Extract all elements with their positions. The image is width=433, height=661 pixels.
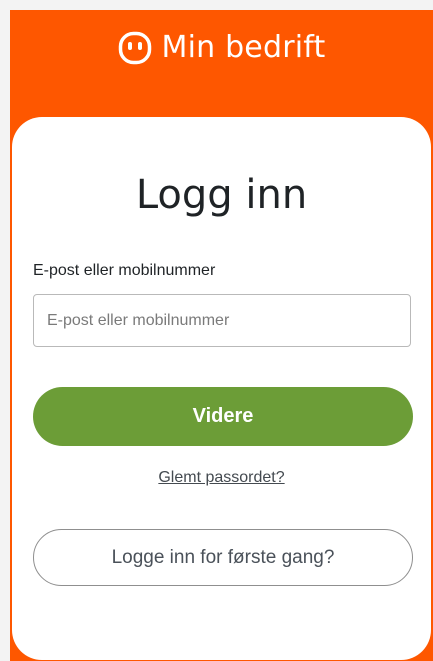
brand-header: Min bedrift: [10, 30, 433, 65]
first-time-login-button[interactable]: Logge inn for første gang?: [33, 529, 413, 586]
app-frame: Min bedrift Logg inn E-post eller mobiln…: [0, 0, 433, 661]
login-card: Logg inn E-post eller mobilnummer Videre…: [12, 117, 431, 660]
page-title: Logg inn: [135, 172, 308, 218]
forgot-password-link[interactable]: Glemt passordet?: [12, 469, 431, 487]
smiley-logo-icon: [118, 31, 151, 64]
email-field-label: E-post eller mobilnummer: [33, 262, 216, 279]
brand-name: Min bedrift: [161, 30, 326, 65]
continue-button[interactable]: Videre: [33, 387, 413, 446]
email-or-phone-input[interactable]: [33, 294, 411, 347]
